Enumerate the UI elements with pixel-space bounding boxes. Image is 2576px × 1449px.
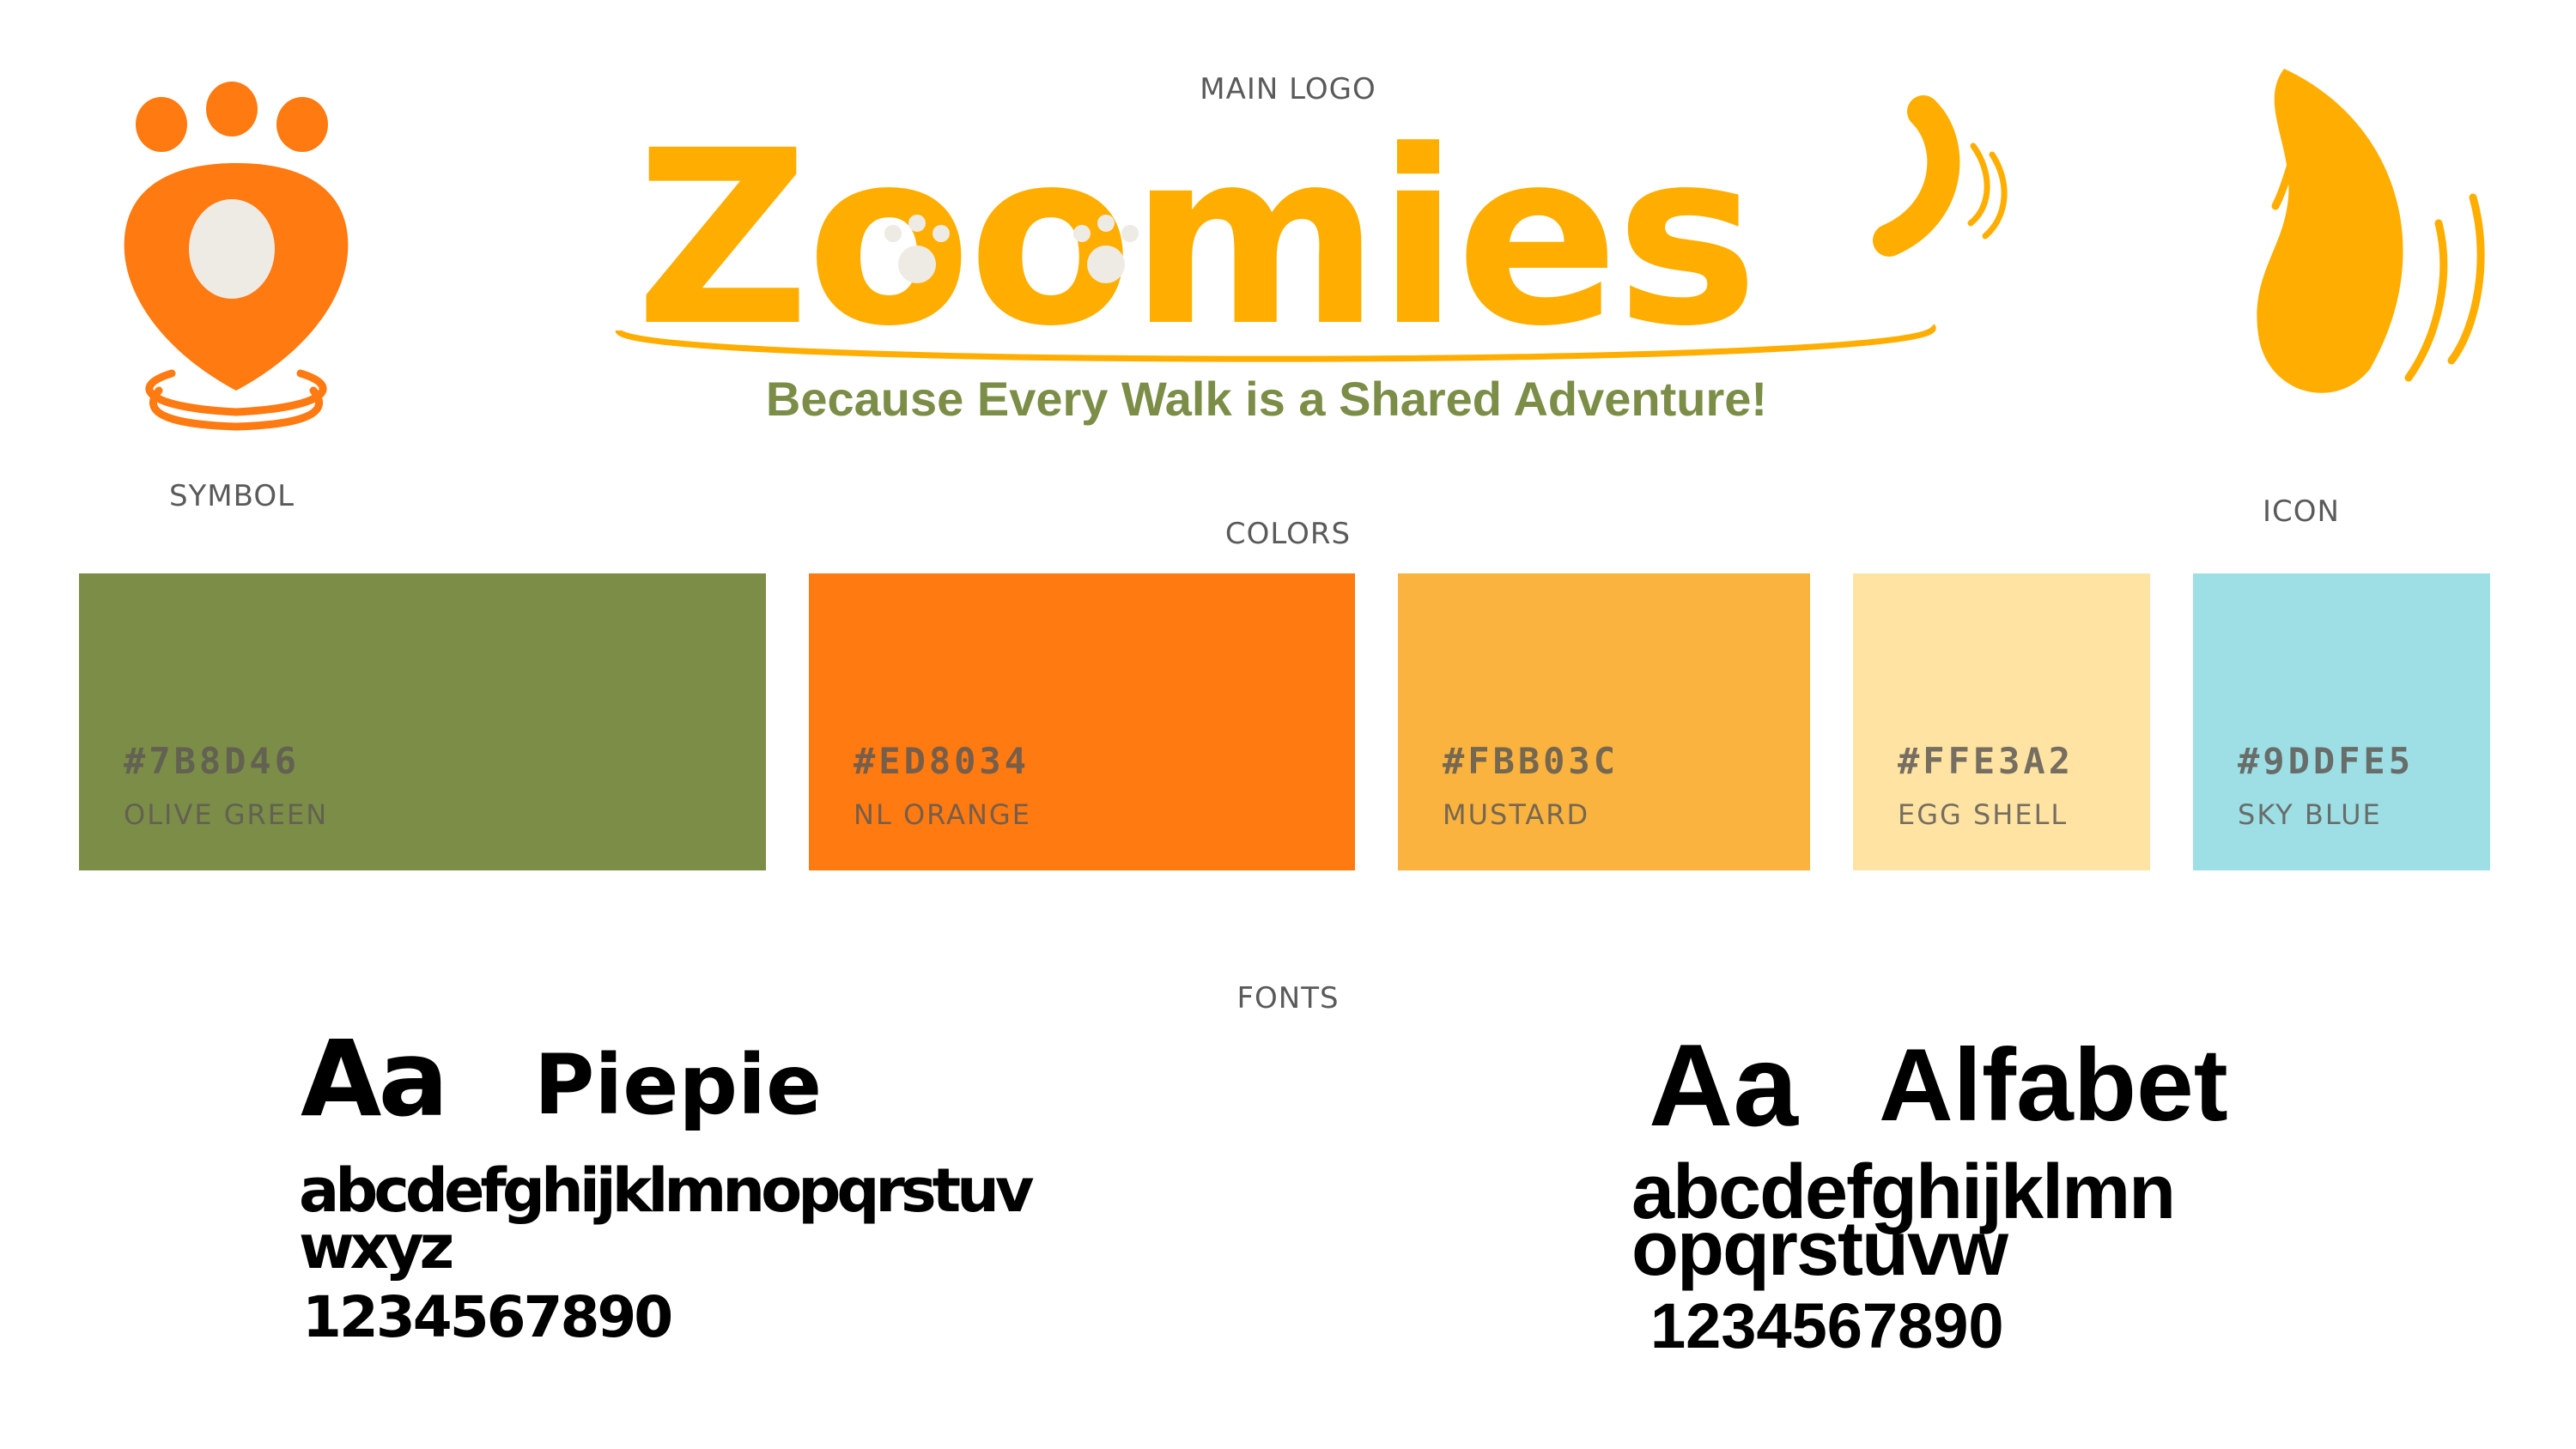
color-swatch-olive-green: #7B8D46 OLIVE GREEN (79, 573, 766, 870)
icon-label: ICON (2263, 494, 2340, 529)
font-name: Alfabet (1879, 1028, 2228, 1143)
fonts-label: FONTS (1236, 981, 1340, 1016)
swatch-name: SKY BLUE (2238, 798, 2382, 831)
font-digits: 1234567890 (1650, 1290, 2004, 1361)
tail-icon (2257, 69, 2485, 393)
font-name: Piepie (534, 1037, 823, 1133)
zoomies-wordmark-logo: Zoomies (615, 95, 2008, 369)
swatch-hex: #FFE3A2 (1898, 740, 2075, 782)
color-swatch-sky-blue: #9DDFE5 SKY BLUE (2193, 573, 2490, 870)
color-swatch-egg-shell: #FFE3A2 EGG SHELL (1853, 573, 2150, 870)
swatch-name: MUSTARD (1443, 798, 1590, 831)
colors-label: COLORS (1224, 517, 1352, 551)
swatch-name: OLIVE GREEN (124, 798, 329, 831)
swatch-hex: #9DDFE5 (2238, 740, 2415, 782)
font-sample-aa: Aa (301, 1018, 449, 1140)
swatch-hex: #FBB03C (1443, 740, 1619, 782)
swatch-hex: #7B8D46 (124, 740, 301, 782)
swatch-name: EGG SHELL (1898, 798, 2069, 831)
wordmark-text: Zoomies (635, 100, 1755, 369)
symbol-label: SYMBOL (168, 479, 295, 513)
swatch-hex: #ED8034 (854, 740, 1030, 782)
font-sample-aa: Aa (1649, 1020, 1798, 1150)
color-swatch-mustard: #FBB03C MUSTARD (1398, 573, 1810, 870)
font-lowercase-line2: wxyz (299, 1212, 454, 1282)
font-lowercase-line2: opqrstuvw (1631, 1206, 2008, 1292)
font-digits: 1234567890 (302, 1284, 673, 1350)
color-swatch-nl-orange: #ED8034 NL ORANGE (809, 573, 1355, 870)
logo-tagline: Because Every Walk is a Shared Adventure… (765, 372, 1768, 426)
swatch-name: NL ORANGE (854, 798, 1031, 831)
paw-symbol-icon (124, 82, 349, 431)
